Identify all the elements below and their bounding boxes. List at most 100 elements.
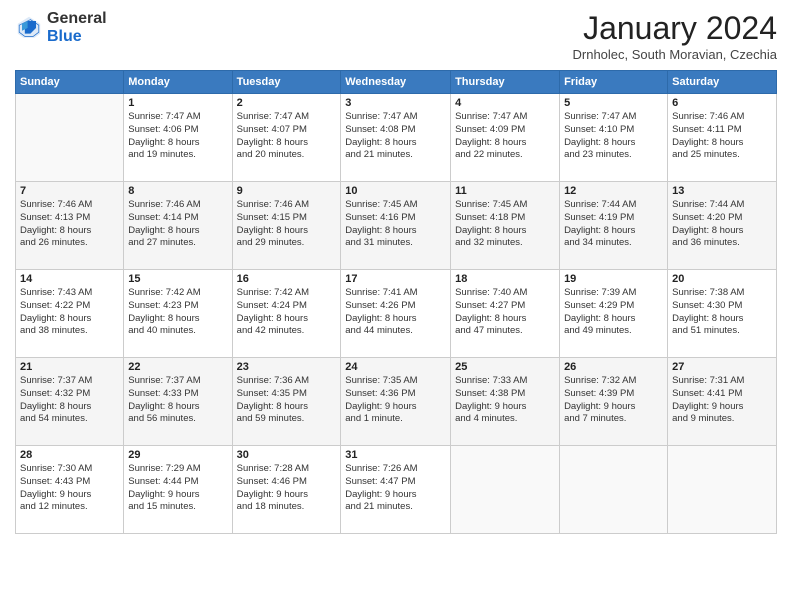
day-number: 21 xyxy=(20,361,119,373)
day-number: 7 xyxy=(20,185,119,197)
calendar-cell: 31 Sunrise: 7:26 AM Sunset: 4:47 PM Dayli… xyxy=(341,446,451,534)
calendar-cell: 28 Sunrise: 7:30 AM Sunset: 4:43 PM Dayli… xyxy=(16,446,124,534)
day-number: 25 xyxy=(455,361,555,373)
col-monday: Monday xyxy=(124,71,232,94)
header: General Blue January 2024 Drnholec, Sout… xyxy=(15,10,777,62)
calendar-cell: 25 Sunrise: 7:33 AM Sunset: 4:38 PM Dayli… xyxy=(451,358,560,446)
calendar-cell: 18Sunrise: 7:40 AM Sunset: 4:27 PM Dayli… xyxy=(451,270,560,358)
calendar-cell: 12 Sunrise: 7:44 AM Sunset: 4:19 PM Dayli… xyxy=(560,182,668,270)
day-number: 12 xyxy=(564,185,663,197)
calendar-week-row: 28 Sunrise: 7:30 AM Sunset: 4:43 PM Dayli… xyxy=(16,446,777,534)
calendar-cell: 2 Sunrise: 7:47 AM Sunset: 4:07 PM Daylig… xyxy=(232,94,341,182)
day-info: Sunrise: 7:30 AM Sunset: 4:43 PM Dayligh… xyxy=(20,463,119,514)
day-info: Sunrise: 7:32 AM Sunset: 4:39 PM Dayligh… xyxy=(564,375,663,426)
calendar-header: Sunday Monday Tuesday Wednesday Thursday… xyxy=(16,71,777,94)
calendar-week-row: 14Sunrise: 7:43 AM Sunset: 4:22 PM Dayli… xyxy=(16,270,777,358)
day-number: 30 xyxy=(237,449,337,461)
calendar-cell: 20Sunrise: 7:38 AM Sunset: 4:30 PM Dayli… xyxy=(668,270,777,358)
calendar-cell: 17 Sunrise: 7:41 AM Sunset: 4:26 PM Dayli… xyxy=(341,270,451,358)
day-info: Sunrise: 7:26 AM Sunset: 4:47 PM Dayligh… xyxy=(345,463,446,514)
day-info: Sunrise: 7:29 AM Sunset: 4:44 PM Dayligh… xyxy=(128,463,227,514)
weekday-header-row: Sunday Monday Tuesday Wednesday Thursday… xyxy=(16,71,777,94)
col-saturday: Saturday xyxy=(668,71,777,94)
day-info: Sunrise: 7:46 AM Sunset: 4:14 PM Dayligh… xyxy=(128,199,227,250)
calendar-cell: 22Sunrise: 7:37 AM Sunset: 4:33 PM Dayli… xyxy=(124,358,232,446)
day-info: Sunrise: 7:37 AM Sunset: 4:32 PM Dayligh… xyxy=(20,375,119,426)
day-info: Sunrise: 7:42 AM Sunset: 4:23 PM Dayligh… xyxy=(128,287,227,338)
day-info: Sunrise: 7:33 AM Sunset: 4:38 PM Dayligh… xyxy=(455,375,555,426)
col-sunday: Sunday xyxy=(16,71,124,94)
calendar-week-row: 7 Sunrise: 7:46 AM Sunset: 4:13 PM Daylig… xyxy=(16,182,777,270)
day-number: 18 xyxy=(455,273,555,285)
day-number: 5 xyxy=(564,97,663,109)
day-info: Sunrise: 7:46 AM Sunset: 4:15 PM Dayligh… xyxy=(237,199,337,250)
logo-general-text: General xyxy=(47,10,107,28)
calendar-cell: 26 Sunrise: 7:32 AM Sunset: 4:39 PM Dayli… xyxy=(560,358,668,446)
day-info: Sunrise: 7:45 AM Sunset: 4:16 PM Dayligh… xyxy=(345,199,446,250)
day-info: Sunrise: 7:47 AM Sunset: 4:07 PM Dayligh… xyxy=(237,111,337,162)
day-number: 31 xyxy=(345,449,446,461)
calendar-cell xyxy=(560,446,668,534)
calendar-cell xyxy=(668,446,777,534)
col-wednesday: Wednesday xyxy=(341,71,451,94)
day-number: 6 xyxy=(672,97,772,109)
day-number: 28 xyxy=(20,449,119,461)
calendar-body: 1Sunrise: 7:47 AM Sunset: 4:06 PM Daylig… xyxy=(16,94,777,534)
day-info: Sunrise: 7:44 AM Sunset: 4:19 PM Dayligh… xyxy=(564,199,663,250)
day-number: 13 xyxy=(672,185,772,197)
day-info: Sunrise: 7:41 AM Sunset: 4:26 PM Dayligh… xyxy=(345,287,446,338)
day-number: 11 xyxy=(455,185,555,197)
day-info: Sunrise: 7:39 AM Sunset: 4:29 PM Dayligh… xyxy=(564,287,663,338)
logo-icon xyxy=(15,14,43,42)
calendar-cell: 24 Sunrise: 7:35 AM Sunset: 4:36 PM Dayli… xyxy=(341,358,451,446)
day-info: Sunrise: 7:42 AM Sunset: 4:24 PM Dayligh… xyxy=(237,287,337,338)
calendar-cell: 13 Sunrise: 7:44 AM Sunset: 4:20 PM Dayli… xyxy=(668,182,777,270)
calendar-cell: 19 Sunrise: 7:39 AM Sunset: 4:29 PM Dayli… xyxy=(560,270,668,358)
day-info: Sunrise: 7:44 AM Sunset: 4:20 PM Dayligh… xyxy=(672,199,772,250)
day-number: 16 xyxy=(237,273,337,285)
calendar-cell: 15Sunrise: 7:42 AM Sunset: 4:23 PM Dayli… xyxy=(124,270,232,358)
logo: General Blue xyxy=(15,10,107,45)
day-number: 24 xyxy=(345,361,446,373)
month-title: January 2024 xyxy=(573,10,778,47)
day-info: Sunrise: 7:28 AM Sunset: 4:46 PM Dayligh… xyxy=(237,463,337,514)
calendar-cell: 8Sunrise: 7:46 AM Sunset: 4:14 PM Daylig… xyxy=(124,182,232,270)
page: General Blue January 2024 Drnholec, Sout… xyxy=(0,0,792,612)
calendar-week-row: 1Sunrise: 7:47 AM Sunset: 4:06 PM Daylig… xyxy=(16,94,777,182)
day-info: Sunrise: 7:31 AM Sunset: 4:41 PM Dayligh… xyxy=(672,375,772,426)
calendar-cell: 3Sunrise: 7:47 AM Sunset: 4:08 PM Daylig… xyxy=(341,94,451,182)
day-info: Sunrise: 7:46 AM Sunset: 4:13 PM Dayligh… xyxy=(20,199,119,250)
day-number: 19 xyxy=(564,273,663,285)
calendar-table: Sunday Monday Tuesday Wednesday Thursday… xyxy=(15,70,777,534)
location-subtitle: Drnholec, South Moravian, Czechia xyxy=(573,47,778,62)
day-number: 9 xyxy=(237,185,337,197)
day-number: 20 xyxy=(672,273,772,285)
calendar-cell: 23Sunrise: 7:36 AM Sunset: 4:35 PM Dayli… xyxy=(232,358,341,446)
day-number: 3 xyxy=(345,97,446,109)
calendar-cell: 4Sunrise: 7:47 AM Sunset: 4:09 PM Daylig… xyxy=(451,94,560,182)
calendar-cell: 27 Sunrise: 7:31 AM Sunset: 4:41 PM Dayli… xyxy=(668,358,777,446)
col-tuesday: Tuesday xyxy=(232,71,341,94)
col-friday: Friday xyxy=(560,71,668,94)
day-number: 17 xyxy=(345,273,446,285)
calendar-cell: 5Sunrise: 7:47 AM Sunset: 4:10 PM Daylig… xyxy=(560,94,668,182)
day-number: 26 xyxy=(564,361,663,373)
day-info: Sunrise: 7:46 AM Sunset: 4:11 PM Dayligh… xyxy=(672,111,772,162)
calendar-cell: 14Sunrise: 7:43 AM Sunset: 4:22 PM Dayli… xyxy=(16,270,124,358)
calendar-cell: 7 Sunrise: 7:46 AM Sunset: 4:13 PM Daylig… xyxy=(16,182,124,270)
day-info: Sunrise: 7:43 AM Sunset: 4:22 PM Dayligh… xyxy=(20,287,119,338)
day-number: 2 xyxy=(237,97,337,109)
day-number: 27 xyxy=(672,361,772,373)
calendar-week-row: 21 Sunrise: 7:37 AM Sunset: 4:32 PM Dayli… xyxy=(16,358,777,446)
calendar-cell: 11Sunrise: 7:45 AM Sunset: 4:18 PM Dayli… xyxy=(451,182,560,270)
calendar-cell xyxy=(16,94,124,182)
calendar-cell: 6 Sunrise: 7:46 AM Sunset: 4:11 PM Daylig… xyxy=(668,94,777,182)
calendar-cell: 1Sunrise: 7:47 AM Sunset: 4:06 PM Daylig… xyxy=(124,94,232,182)
day-number: 29 xyxy=(128,449,227,461)
title-block: January 2024 Drnholec, South Moravian, C… xyxy=(573,10,778,62)
calendar-cell: 21 Sunrise: 7:37 AM Sunset: 4:32 PM Dayli… xyxy=(16,358,124,446)
calendar-cell: 29 Sunrise: 7:29 AM Sunset: 4:44 PM Dayli… xyxy=(124,446,232,534)
day-info: Sunrise: 7:37 AM Sunset: 4:33 PM Dayligh… xyxy=(128,375,227,426)
col-thursday: Thursday xyxy=(451,71,560,94)
day-info: Sunrise: 7:35 AM Sunset: 4:36 PM Dayligh… xyxy=(345,375,446,426)
